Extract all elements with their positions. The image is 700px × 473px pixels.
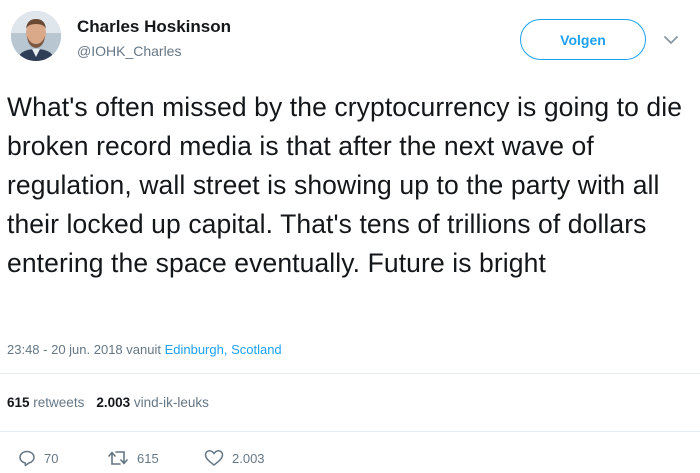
author-name[interactable]: Charles Hoskinson bbox=[77, 17, 231, 37]
likes-count: 2.003 bbox=[96, 395, 131, 410]
retweet-button[interactable]: 615 bbox=[107, 449, 159, 467]
avatar[interactable] bbox=[11, 11, 61, 61]
likes-stat[interactable]: 2.003 vind-ik-leuks bbox=[96, 395, 209, 410]
retweets-count: 615 bbox=[7, 395, 30, 410]
more-options-button[interactable] bbox=[660, 30, 682, 50]
tweet-location-link[interactable]: Edinburgh, Scotland bbox=[165, 342, 282, 357]
retweet-count: 615 bbox=[137, 450, 159, 466]
avatar-image bbox=[11, 11, 61, 61]
follow-button[interactable]: Volgen bbox=[520, 19, 646, 60]
reply-icon bbox=[19, 450, 35, 467]
reply-button[interactable]: 70 bbox=[18, 449, 58, 467]
chevron-down-icon bbox=[664, 35, 678, 44]
heart-icon bbox=[204, 450, 224, 466]
like-count: 2.003 bbox=[232, 450, 265, 466]
action-bar: 70 615 2.003 bbox=[0, 449, 700, 471]
tweet-timestamp[interactable]: 23:48 - 20 jun. 2018 vanuit bbox=[7, 342, 161, 357]
like-button[interactable]: 2.003 bbox=[204, 449, 265, 467]
author-handle[interactable]: @IOHK_Charles bbox=[77, 43, 181, 59]
tweet-text: What's often missed by the cryptocurrenc… bbox=[7, 92, 683, 278]
retweet-icon bbox=[108, 451, 128, 465]
tweet-stats: 615 retweets 2.003 vind-ik-leuks bbox=[7, 395, 209, 410]
tweet-meta: 23:48 - 20 jun. 2018 vanuit Edinburgh, S… bbox=[7, 342, 282, 357]
reply-count: 70 bbox=[44, 450, 59, 466]
divider bbox=[0, 373, 700, 374]
retweets-stat[interactable]: 615 retweets bbox=[7, 395, 84, 410]
likes-label: vind-ik-leuks bbox=[133, 395, 209, 410]
retweets-label: retweets bbox=[33, 395, 85, 410]
divider bbox=[0, 431, 700, 432]
